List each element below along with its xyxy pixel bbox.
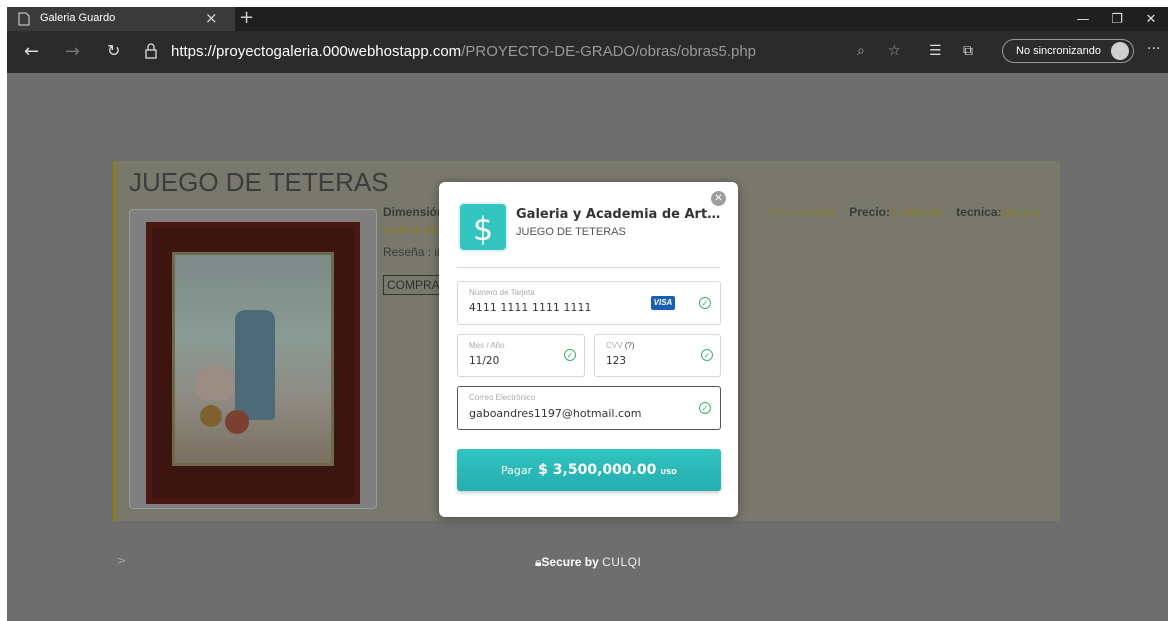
browser-tab[interactable]: Galeria Guardo ×: [7, 7, 235, 31]
divider: [457, 267, 720, 268]
secure-prefix: Secure by: [541, 555, 599, 569]
window-controls: — ❐ ✕: [1066, 7, 1168, 31]
expiry-label: Mes / Año: [469, 341, 505, 350]
technique-value: oleo a la: [1001, 208, 1040, 219]
dimension-value: 0.71 m x 0.53m: [767, 208, 836, 219]
valid-check-icon: ✓: [564, 349, 576, 361]
lock-icon: [145, 43, 157, 59]
price-value: $ 1,800,000: [889, 208, 943, 219]
cvv-field[interactable]: CVV (?) 123 ✓: [594, 334, 721, 377]
minimize-icon[interactable]: —: [1066, 7, 1100, 31]
artwork-image: [129, 209, 377, 509]
close-tab-icon[interactable]: ×: [205, 9, 218, 27]
secure-by-culqi: 🔒︎Secure by CULQI: [535, 555, 641, 570]
url-text: https://proyectogaleria.000webhostapp.co…: [171, 43, 756, 60]
cvv-label-text: CVV: [606, 341, 623, 350]
painting-frame: [146, 222, 360, 504]
tab-bar: Galeria Guardo × + — ❐ ✕: [7, 7, 1168, 31]
cvv-value: 123: [606, 355, 627, 367]
secure-brand: CULQI: [602, 555, 642, 569]
expiry-field[interactable]: Mes / Año 11/20 ✓: [457, 334, 585, 377]
footer-arrow: >: [117, 554, 127, 567]
url-host: https://proyectogaleria.000webhostapp.co…: [171, 43, 462, 60]
sync-label: No sincronizando: [1016, 45, 1101, 57]
email-field[interactable]: Correo Electrónico gaboandres1197@hotmai…: [457, 386, 721, 430]
email-value: gaboandres1197@hotmail.com: [469, 407, 642, 420]
product-name: JUEGO DE TETERAS: [516, 226, 626, 238]
forward-icon[interactable]: →: [65, 41, 80, 62]
tab-title: Galeria Guardo: [40, 12, 116, 24]
pay-button[interactable]: Pagar $ 3,500,000.00 USD: [457, 449, 721, 491]
valid-check-icon: ✓: [701, 349, 713, 361]
browser-window: Galeria Guardo × + — ❐ ✕ ← → ↻ https://p…: [7, 7, 1168, 621]
card-number-field[interactable]: Número de Tarjeta 4111 1111 1111 1111 VI…: [457, 281, 721, 325]
dimension-label: Dimensión: [383, 205, 445, 219]
price-label: Precio:: [849, 205, 890, 219]
merchant-name: Galeria y Academia de Artes Guardo: [516, 207, 728, 222]
review-text: Reseña : in: [383, 245, 444, 259]
valid-check-icon: ✓: [699, 297, 711, 309]
zoom-icon[interactable]: ⌕: [857, 43, 865, 59]
painting-canvas: [172, 252, 334, 466]
document-icon: [18, 12, 30, 26]
fruit-shape: [225, 410, 249, 434]
cvv-help-icon[interactable]: (?): [625, 341, 635, 350]
pay-amount: $ 3,500,000.00: [538, 462, 657, 478]
url-path: /PROYECTO-DE-GRADO/obras/obras5.php: [461, 43, 757, 60]
restore-icon[interactable]: ❐: [1100, 7, 1134, 31]
artwork-title: JUEGO DE TETERAS: [129, 167, 389, 197]
buy-button[interactable]: COMPRAR: [383, 275, 445, 295]
technique-label: tecnica:: [956, 205, 1002, 219]
pay-currency: USD: [660, 468, 677, 476]
fruit-shape: [200, 405, 222, 427]
refresh-icon[interactable]: ↻: [107, 41, 120, 60]
favorite-star-icon[interactable]: ☆: [888, 43, 901, 59]
expiry-value: 11/20: [469, 355, 500, 367]
valid-check-icon: ✓: [699, 402, 711, 414]
favorites-list-icon[interactable]: ☰: [929, 43, 942, 59]
checkout-modal: ✕ $ Galeria y Academia de Artes Guardo J…: [439, 182, 738, 517]
cvv-label: CVV (?): [606, 341, 634, 350]
teapot-shape: [235, 310, 275, 420]
close-window-icon[interactable]: ✕: [1134, 7, 1168, 31]
avatar: [1111, 42, 1129, 60]
kettle-shape: [195, 365, 235, 400]
close-icon[interactable]: ✕: [711, 191, 726, 206]
email-label: Correo Electrónico: [469, 393, 536, 402]
new-tab-icon[interactable]: +: [239, 7, 254, 28]
back-icon[interactable]: ←: [24, 41, 39, 62]
dollar-logo-icon: $: [458, 202, 508, 252]
sync-profile-button[interactable]: No sincronizando: [1002, 39, 1134, 63]
card-number-label: Número de Tarjeta: [469, 288, 535, 297]
collections-icon[interactable]: ⧉: [963, 43, 973, 59]
visa-icon: VISA: [651, 296, 675, 310]
pay-label: Pagar: [501, 463, 533, 477]
more-menu-icon[interactable]: ···: [1147, 41, 1160, 57]
navigation-bar: ← → ↻ https://proyectogaleria.000webhost…: [7, 31, 1168, 73]
card-number-value: 4111 1111 1111 1111: [469, 302, 592, 314]
address-bar[interactable]: https://proyectogaleria.000webhostapp.co…: [144, 41, 964, 63]
